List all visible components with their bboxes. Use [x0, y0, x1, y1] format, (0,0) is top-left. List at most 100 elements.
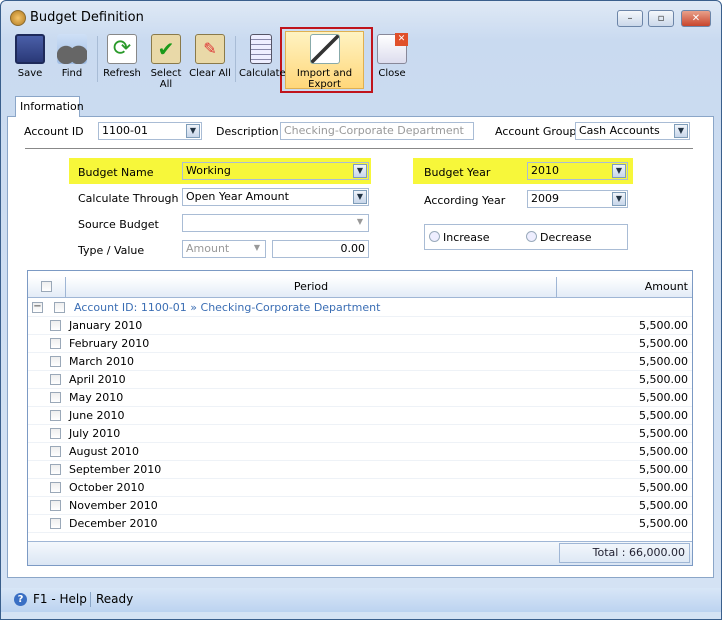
description-label: Description — [216, 125, 279, 138]
budget-name-field[interactable]: Working ▼ — [182, 162, 369, 180]
table-row[interactable]: November 2010 5,500.00 — [28, 497, 692, 515]
chevron-down-icon[interactable]: ▼ — [250, 242, 264, 256]
amount-cell: 5,500.00 — [639, 373, 688, 386]
calculate-through-field[interactable]: Open Year Amount ▼ — [182, 188, 369, 206]
calculator-icon — [250, 34, 272, 64]
amount-cell: 5,500.00 — [639, 319, 688, 332]
help-icon: ? — [14, 593, 27, 606]
row-checkbox[interactable] — [50, 338, 61, 349]
table-row[interactable]: July 2010 5,500.00 — [28, 425, 692, 443]
row-checkbox[interactable] — [50, 518, 61, 529]
toolbar: Save Find ⟳ Refresh ✔ Select All ✎ Clear Al… — [7, 30, 715, 90]
refresh-icon: ⟳ — [107, 34, 137, 64]
table-row[interactable]: June 2010 5,500.00 — [28, 407, 692, 425]
according-year-label: According Year — [424, 194, 506, 207]
row-checkbox[interactable] — [50, 428, 61, 439]
increase-radio[interactable] — [429, 231, 440, 242]
select-all-button[interactable]: ✔ Select All — [143, 30, 189, 90]
source-budget-label: Source Budget — [78, 218, 159, 231]
value-field[interactable]: 0.00 — [272, 240, 369, 258]
period-cell: December 2010 — [69, 517, 158, 530]
chevron-down-icon[interactable]: ▼ — [353, 190, 367, 204]
chevron-down-icon[interactable]: ▼ — [353, 216, 367, 230]
amount-cell: 5,500.00 — [639, 517, 688, 530]
period-column-header[interactable]: Period — [66, 277, 557, 298]
row-checkbox[interactable] — [50, 374, 61, 385]
chevron-down-icon[interactable]: ▼ — [674, 124, 688, 138]
table-row[interactable]: October 2010 5,500.00 — [28, 479, 692, 497]
decrease-label: Decrease — [540, 231, 592, 244]
row-checkbox[interactable] — [50, 482, 61, 493]
amount-cell: 5,500.00 — [639, 427, 688, 440]
toolbar-separator — [97, 36, 98, 82]
group-row: − Account ID: 1100-01 » Checking-Corpora… — [28, 299, 692, 317]
amount-cell: 5,500.00 — [639, 337, 688, 350]
row-checkbox[interactable] — [50, 464, 61, 475]
row-checkbox[interactable] — [50, 356, 61, 367]
close-button[interactable]: ✕ Close — [371, 30, 413, 88]
account-group-field[interactable]: Cash Accounts ▼ — [575, 122, 690, 140]
clear-all-icon: ✎ — [195, 34, 225, 64]
total-amount: Total : 66,000.00 — [559, 543, 690, 563]
period-cell: January 2010 — [69, 319, 143, 332]
period-cell: March 2010 — [69, 355, 135, 368]
import-export-button[interactable]: Import and Export — [285, 30, 364, 90]
select-all-column-header — [28, 277, 66, 298]
period-cell: April 2010 — [69, 373, 126, 386]
increase-label: Increase — [443, 231, 490, 244]
amount-cell: 5,500.00 — [639, 355, 688, 368]
header-checkbox[interactable] — [41, 281, 52, 292]
minimize-button[interactable]: – — [617, 10, 643, 27]
row-checkbox[interactable] — [50, 320, 61, 331]
table-row[interactable]: January 2010 5,500.00 — [28, 317, 692, 335]
row-checkbox[interactable] — [50, 500, 61, 511]
refresh-button[interactable]: ⟳ Refresh — [101, 30, 143, 88]
collapse-icon[interactable]: − — [32, 302, 43, 313]
period-cell: July 2010 — [69, 427, 121, 440]
maximize-button[interactable]: ▫ — [648, 10, 674, 27]
budget-grid: Period Amount − Account ID: 1100-01 » Ch… — [27, 270, 693, 566]
period-cell: November 2010 — [69, 499, 158, 512]
account-id-field[interactable]: 1100-01 ▼ — [98, 122, 202, 140]
budget-name-label: Budget Name — [78, 166, 154, 179]
select-all-icon: ✔ — [151, 34, 181, 64]
according-year-field[interactable]: 2009 ▼ — [527, 190, 628, 208]
clear-all-button[interactable]: ✎ Clear All — [189, 30, 231, 88]
type-field[interactable]: Amount ▼ — [182, 240, 266, 258]
amount-cell: 5,500.00 — [639, 409, 688, 422]
calculate-button[interactable]: Calculate — [239, 30, 286, 88]
amount-cell: 5,500.00 — [639, 391, 688, 404]
budget-year-label: Budget Year — [424, 166, 491, 179]
row-checkbox[interactable] — [50, 392, 61, 403]
table-row[interactable]: December 2010 5,500.00 — [28, 515, 692, 533]
chevron-down-icon[interactable]: ▼ — [353, 164, 367, 178]
divider — [25, 148, 693, 149]
period-cell: August 2010 — [69, 445, 139, 458]
period-cell: May 2010 — [69, 391, 124, 404]
table-row[interactable]: March 2010 5,500.00 — [28, 353, 692, 371]
save-button[interactable]: Save — [9, 30, 51, 88]
period-cell: February 2010 — [69, 337, 150, 350]
period-cell: June 2010 — [69, 409, 125, 422]
row-checkbox[interactable] — [50, 410, 61, 421]
table-row[interactable]: February 2010 5,500.00 — [28, 335, 692, 353]
chevron-down-icon[interactable]: ▼ — [186, 124, 200, 138]
chevron-down-icon[interactable]: ▼ — [612, 164, 626, 178]
find-button[interactable]: Find — [51, 30, 93, 88]
budget-year-field[interactable]: 2010 ▼ — [527, 162, 628, 180]
group-checkbox[interactable] — [54, 302, 65, 313]
chevron-down-icon[interactable]: ▼ — [612, 192, 626, 206]
type-value-label: Type / Value — [78, 244, 145, 257]
table-row[interactable]: September 2010 5,500.00 — [28, 461, 692, 479]
help-text[interactable]: F1 - Help — [33, 588, 87, 610]
source-budget-field[interactable]: ▼ — [182, 214, 369, 232]
table-row[interactable]: April 2010 5,500.00 — [28, 371, 692, 389]
account-id-label: Account ID — [24, 125, 84, 138]
table-row[interactable]: August 2010 5,500.00 — [28, 443, 692, 461]
table-row[interactable]: May 2010 5,500.00 — [28, 389, 692, 407]
decrease-radio[interactable] — [526, 231, 537, 242]
row-checkbox[interactable] — [50, 446, 61, 457]
tab-information[interactable]: Information — [15, 96, 84, 117]
close-window-button[interactable]: ✕ — [681, 10, 711, 27]
amount-column-header[interactable]: Amount — [557, 277, 692, 298]
